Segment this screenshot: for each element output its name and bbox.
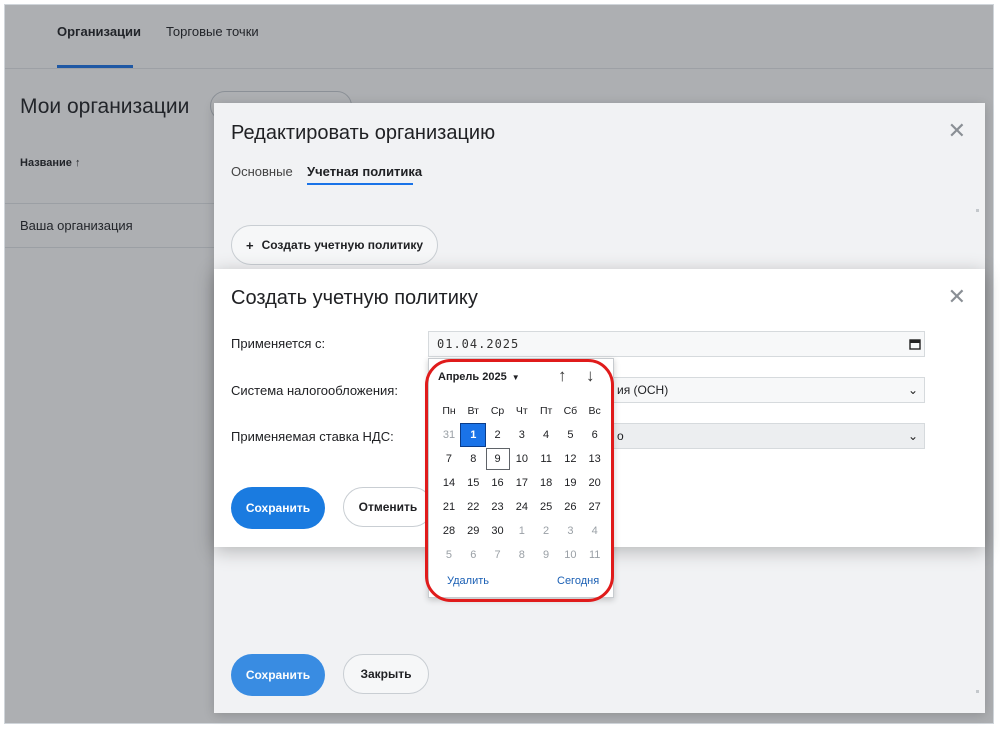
calendar-day[interactable]: 5 bbox=[437, 544, 461, 566]
weekday-label: Чт bbox=[515, 405, 528, 417]
calendar-day[interactable]: 22 bbox=[461, 496, 485, 518]
calendar-week-row: 7 8 9 10 11 12 13 bbox=[437, 447, 607, 471]
calendar-week-row: 14 15 16 17 18 19 20 bbox=[437, 471, 607, 495]
save-button[interactable]: Сохранить bbox=[231, 487, 325, 529]
edit-dialog-title: Редактировать организацию bbox=[231, 122, 496, 144]
calendar-day[interactable]: 4 bbox=[583, 520, 607, 542]
vat-rate-label: Применяемая ставка НДС: bbox=[231, 429, 394, 444]
calendar-day[interactable]: 18 bbox=[534, 472, 558, 494]
weekday-label: Пт bbox=[539, 405, 553, 417]
calendar-day[interactable]: 21 bbox=[437, 496, 461, 518]
calendar-day[interactable]: 2 bbox=[534, 520, 558, 542]
tab-accounting-policy[interactable]: Учетная политика bbox=[307, 164, 422, 179]
calendar-day[interactable]: 9 bbox=[485, 448, 510, 470]
calendar-day[interactable]: 17 bbox=[510, 472, 534, 494]
create-dialog-title: Создать учетную политику bbox=[231, 287, 478, 309]
weekday-label: Вт bbox=[467, 405, 479, 417]
calendar-day[interactable]: 28 bbox=[437, 520, 461, 542]
date-picker: Апрель 2025 ▼ ↑ ↓ Пн Вт Ср Чт Пт Сб Вс 31 1 2 3 4 5 6… bbox=[428, 358, 614, 598]
calendar-day[interactable]: 23 bbox=[486, 496, 510, 518]
calendar-week-row: 21 22 23 24 25 26 27 bbox=[437, 495, 607, 519]
calendar-day[interactable]: 26 bbox=[558, 496, 582, 518]
chevron-down-icon: ⌄ bbox=[907, 383, 918, 397]
vat-rate-value: о bbox=[617, 429, 624, 443]
calendar-day[interactable]: 25 bbox=[534, 496, 558, 518]
caret-down-icon: ▼ bbox=[511, 373, 520, 382]
calendar-day[interactable]: 5 bbox=[558, 424, 582, 446]
calendar-day[interactable]: 14 bbox=[437, 472, 461, 494]
calendar-day[interactable]: 3 bbox=[510, 424, 534, 446]
calendar-week-row: 5 6 7 8 9 10 11 bbox=[437, 543, 607, 567]
calendar-day[interactable]: 2 bbox=[486, 424, 510, 446]
create-policy-button[interactable]: + Создать учетную политику bbox=[231, 225, 438, 265]
weekday-label: Вс bbox=[588, 405, 601, 417]
calendar-week-row: 31 1 2 3 4 5 6 bbox=[437, 423, 607, 447]
clear-date-button[interactable]: Удалить bbox=[447, 575, 489, 587]
calendar-day[interactable]: 7 bbox=[486, 544, 510, 566]
today-button[interactable]: Сегодня bbox=[557, 575, 599, 587]
cancel-button[interactable]: Отменить bbox=[343, 487, 433, 527]
tax-system-label: Система налогообложения: bbox=[231, 383, 398, 398]
calendar-day[interactable]: 19 bbox=[558, 472, 582, 494]
calendar-day[interactable]: 16 bbox=[486, 472, 510, 494]
arrow-up-icon[interactable]: ↑ bbox=[558, 366, 567, 386]
calendar-day[interactable]: 6 bbox=[583, 424, 607, 446]
calendar-day[interactable]: 6 bbox=[461, 544, 485, 566]
calendar-day[interactable]: 1 bbox=[460, 423, 487, 447]
tab-basic[interactable]: Основные bbox=[231, 164, 293, 179]
calendar-week-row: 28 29 30 1 2 3 4 bbox=[437, 519, 607, 543]
calendar-day[interactable]: 11 bbox=[534, 448, 558, 470]
close-icon[interactable]: ✕ bbox=[948, 118, 966, 144]
calendar-day[interactable]: 20 bbox=[583, 472, 607, 494]
plus-icon: + bbox=[245, 237, 254, 253]
calendar-day[interactable]: 3 bbox=[558, 520, 582, 542]
calendar-day[interactable]: 31 bbox=[437, 424, 461, 446]
calendar-day[interactable]: 11 bbox=[583, 544, 607, 566]
applies-from-label: Применяется с: bbox=[231, 336, 326, 351]
create-policy-label: Создать учетную политику bbox=[261, 238, 424, 252]
calendar-day[interactable]: 30 bbox=[486, 520, 510, 542]
month-selector[interactable]: Апрель 2025 ▼ bbox=[438, 371, 520, 383]
calendar-day[interactable]: 15 bbox=[461, 472, 485, 494]
scrollbar[interactable] bbox=[976, 690, 979, 693]
calendar-day[interactable]: 8 bbox=[510, 544, 534, 566]
weekday-label: Сб bbox=[563, 405, 578, 417]
calendar-day[interactable]: 8 bbox=[461, 448, 485, 470]
date-value: 01.04.2025 bbox=[437, 337, 520, 351]
calendar-day[interactable]: 9 bbox=[534, 544, 558, 566]
save-button[interactable]: Сохранить bbox=[231, 654, 325, 696]
calendar-grid: Пн Вт Ср Чт Пт Сб Вс 31 1 2 3 4 5 6 7 8 9 10 11 12 13 14 15 16 1… bbox=[437, 399, 607, 567]
calendar-day[interactable]: 1 bbox=[510, 520, 534, 542]
weekday-header-row: Пн Вт Ср Чт Пт Сб Вс bbox=[437, 399, 607, 423]
scrollbar[interactable] bbox=[976, 209, 979, 212]
calendar-day[interactable]: 27 bbox=[583, 496, 607, 518]
calendar-day[interactable]: 7 bbox=[437, 448, 461, 470]
active-tab-indicator bbox=[307, 183, 413, 185]
tax-system-value: ия (ОСН) bbox=[617, 383, 669, 397]
calendar-day[interactable]: 12 bbox=[558, 448, 582, 470]
calendar-day[interactable]: 10 bbox=[558, 544, 582, 566]
calendar-day[interactable]: 4 bbox=[534, 424, 558, 446]
arrow-down-icon[interactable]: ↓ bbox=[586, 366, 595, 386]
close-icon[interactable]: ✕ bbox=[948, 284, 966, 310]
applies-from-date-input[interactable]: 01.04.2025 bbox=[428, 331, 925, 357]
calendar-day[interactable]: 29 bbox=[461, 520, 485, 542]
close-button[interactable]: Закрыть bbox=[343, 654, 429, 694]
calendar-day[interactable]: 24 bbox=[510, 496, 534, 518]
weekday-label: Ср bbox=[490, 405, 505, 417]
calendar-icon[interactable] bbox=[909, 338, 921, 350]
month-label: Апрель 2025 bbox=[438, 371, 507, 383]
calendar-day[interactable]: 10 bbox=[510, 448, 534, 470]
weekday-label: Пн bbox=[442, 405, 456, 417]
chevron-down-icon: ⌄ bbox=[907, 429, 918, 443]
calendar-day[interactable]: 13 bbox=[583, 448, 607, 470]
